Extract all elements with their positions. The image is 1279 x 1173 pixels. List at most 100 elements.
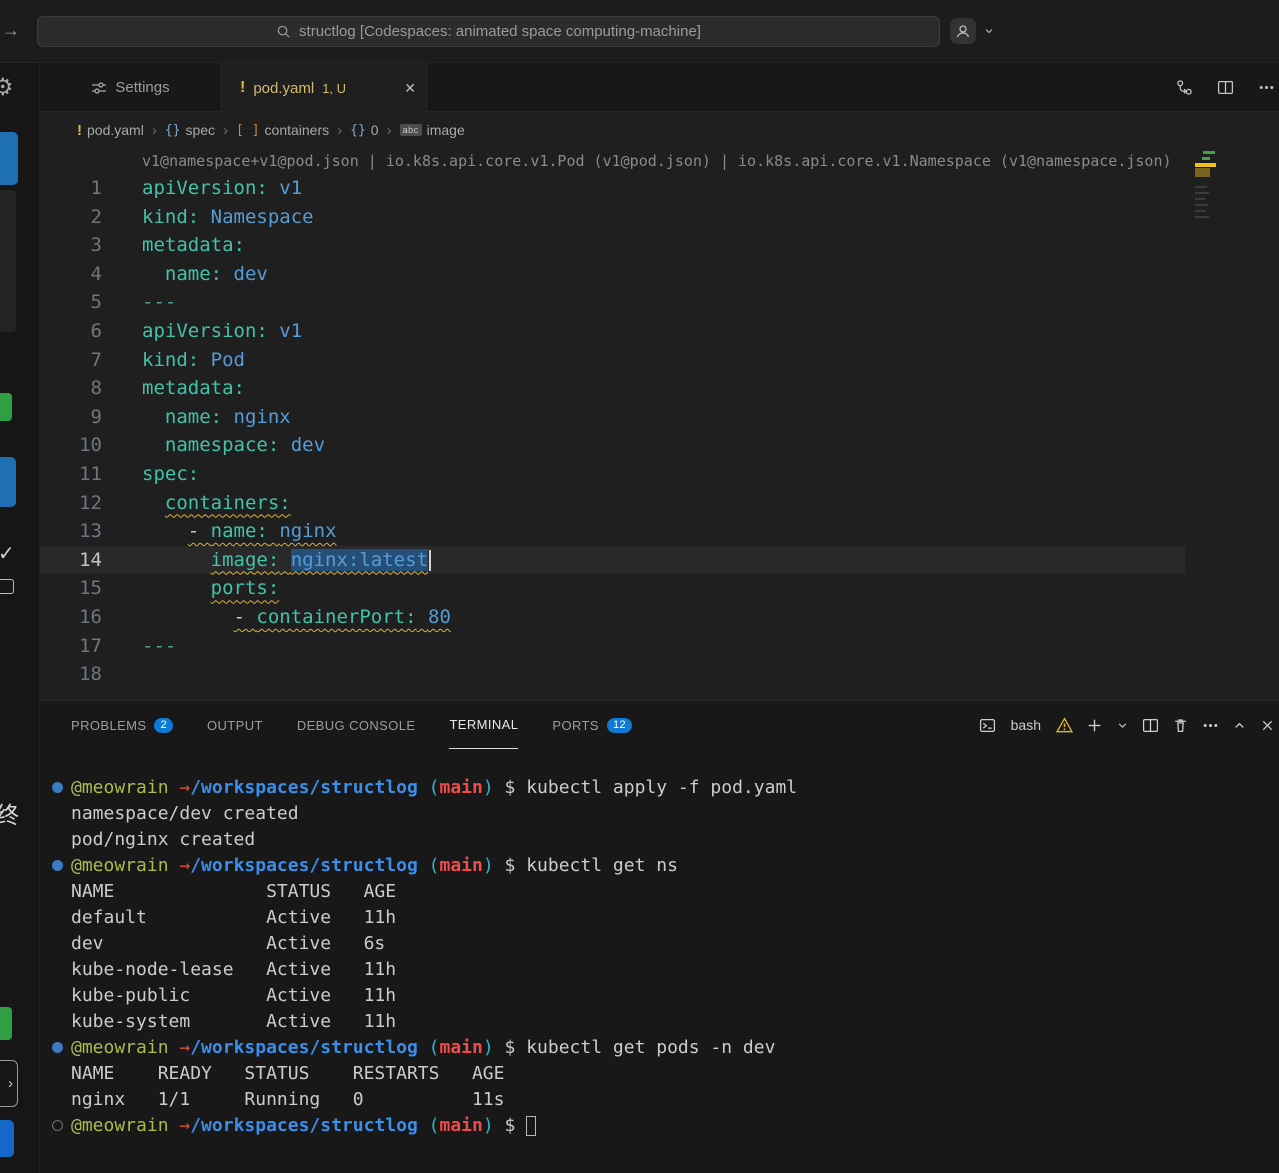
breadcrumb-item[interactable]: !pod.yaml bbox=[77, 122, 144, 139]
panel-tab-label: PROBLEMS bbox=[71, 718, 146, 733]
editor-line[interactable]: 13 - name: nginx bbox=[40, 517, 1185, 546]
editor-line[interactable]: 1apiVersion: v1 bbox=[40, 174, 1185, 203]
command-decoration-filled[interactable] bbox=[52, 860, 63, 871]
editor[interactable]: v1@namespace+v1@pod.json | io.k8s.api.co… bbox=[40, 148, 1279, 700]
line-number: 17 bbox=[40, 632, 102, 661]
line-number: 10 bbox=[40, 431, 102, 460]
code-text: spec: bbox=[102, 460, 199, 489]
panel-tab-label: DEBUG CONSOLE bbox=[297, 718, 416, 733]
panel-more-actions-icon[interactable] bbox=[1202, 717, 1219, 734]
panel-tab-terminal[interactable]: TERMINAL bbox=[449, 701, 518, 749]
code-text: --- bbox=[102, 632, 176, 661]
panel-tab-debug-console[interactable]: DEBUG CONSOLE bbox=[297, 701, 416, 749]
command-decoration-filled[interactable] bbox=[52, 782, 63, 793]
terminal[interactable]: @meowrain →/workspaces/structlog (main) … bbox=[40, 749, 1279, 1139]
breadcrumb-separator: › bbox=[337, 122, 342, 139]
panel-tab-badge: 12 bbox=[607, 718, 632, 733]
editor-line[interactable]: 15 ports: bbox=[40, 574, 1185, 603]
editor-cursor bbox=[429, 550, 431, 571]
split-editor-icon[interactable] bbox=[1217, 79, 1234, 96]
tab-settings[interactable]: Settings bbox=[40, 63, 222, 112]
remote-indicator-group bbox=[950, 18, 995, 44]
terminal-line: NAME READY STATUS RESTARTS AGE bbox=[71, 1061, 1279, 1087]
editor-line[interactable]: 3metadata: bbox=[40, 231, 1185, 260]
editor-line[interactable]: 12 containers: bbox=[40, 489, 1185, 518]
line-number: 14 bbox=[40, 546, 102, 575]
panel-tab-problems[interactable]: PROBLEMS2 bbox=[71, 701, 173, 749]
line-number: 1 bbox=[40, 174, 102, 203]
nav-forward-icon[interactable]: → bbox=[2, 20, 20, 41]
editor-line[interactable]: 6apiVersion: v1 bbox=[40, 317, 1185, 346]
terminal-line: namespace/dev created bbox=[71, 801, 1279, 827]
editor-line[interactable]: 16 - containerPort: 80 bbox=[40, 603, 1185, 632]
rail-fragment-blue-block-3 bbox=[0, 1120, 14, 1157]
close-panel-icon[interactable] bbox=[1260, 718, 1275, 733]
open-changes-icon[interactable] bbox=[1176, 79, 1193, 96]
editor-line[interactable]: 4 name: dev bbox=[40, 260, 1185, 289]
line-number: 2 bbox=[40, 203, 102, 232]
bash-terminal-icon bbox=[979, 717, 996, 734]
code-text: name: nginx bbox=[102, 403, 291, 432]
minimap[interactable] bbox=[1193, 148, 1217, 278]
editor-line[interactable]: 17--- bbox=[40, 632, 1185, 661]
rail-fragment-cjk-character: 终 bbox=[0, 796, 19, 830]
tab-label: Settings bbox=[115, 79, 169, 96]
command-decoration-hollow[interactable] bbox=[52, 1120, 63, 1131]
maximize-panel-icon[interactable] bbox=[1232, 718, 1247, 733]
editor-line[interactable]: 18 bbox=[40, 660, 1185, 689]
editor-line[interactable]: 2kind: Namespace bbox=[40, 203, 1185, 232]
gear-icon[interactable]: ⚙ bbox=[0, 73, 14, 102]
breadcrumb-label: spec bbox=[185, 122, 215, 138]
chevron-down-icon[interactable] bbox=[983, 25, 995, 37]
line-number: 4 bbox=[40, 260, 102, 289]
yaml-schema-hint[interactable]: v1@namespace+v1@pod.json | io.k8s.api.co… bbox=[40, 148, 1279, 174]
split-terminal-icon[interactable] bbox=[1142, 717, 1159, 734]
command-center-text: structlog [Codespaces: animated space co… bbox=[299, 23, 701, 40]
line-number: 6 bbox=[40, 317, 102, 346]
panel-tab-ports[interactable]: PORTS12 bbox=[552, 701, 632, 749]
command-center-search[interactable]: structlog [Codespaces: animated space co… bbox=[37, 16, 940, 47]
breadcrumb-label: containers bbox=[265, 122, 330, 138]
editor-line[interactable]: 10 namespace: dev bbox=[40, 431, 1185, 460]
settings-sliders-icon bbox=[91, 80, 107, 96]
warning-icon[interactable] bbox=[1056, 717, 1073, 734]
breadcrumb-separator: › bbox=[387, 122, 392, 139]
editor-line[interactable]: 14 image: nginx:latest bbox=[40, 546, 1185, 575]
editor-line[interactable]: 11spec: bbox=[40, 460, 1185, 489]
line-number: 16 bbox=[40, 603, 102, 632]
more-actions-icon[interactable] bbox=[1258, 79, 1275, 96]
panel-tab-output[interactable]: OUTPUT bbox=[207, 701, 263, 749]
check-icon[interactable]: ✓ bbox=[0, 541, 15, 566]
shell-name[interactable]: bash bbox=[1011, 717, 1041, 733]
new-terminal-icon[interactable] bbox=[1086, 717, 1103, 734]
close-icon[interactable]: ✕ bbox=[404, 80, 416, 97]
editor-line[interactable]: 5--- bbox=[40, 288, 1185, 317]
command-decoration-filled[interactable] bbox=[52, 1042, 63, 1053]
codespaces-avatar-icon[interactable] bbox=[950, 18, 976, 44]
editor-line[interactable]: 8metadata: bbox=[40, 374, 1185, 403]
rail-fragment-prompt-box: › bbox=[0, 1060, 18, 1107]
editor-line[interactable]: 7kind: Pod bbox=[40, 346, 1185, 375]
terminal-profile-chevron-icon[interactable] bbox=[1116, 719, 1129, 732]
breadcrumb-separator: › bbox=[223, 122, 228, 139]
tab-pod-yaml[interactable]: ! pod.yaml 1, U ✕ bbox=[222, 63, 427, 113]
breadcrumb-item[interactable]: [ ] containers bbox=[236, 122, 329, 138]
code-text: apiVersion: v1 bbox=[102, 174, 302, 203]
terminal-line: kube-public Active 11h bbox=[71, 983, 1279, 1009]
line-number: 15 bbox=[40, 574, 102, 603]
breadcrumb-label: 0 bbox=[371, 122, 379, 138]
tab-label: pod.yaml bbox=[253, 80, 314, 97]
breadcrumb-item[interactable]: abcimage bbox=[400, 122, 465, 138]
terminal-line: @meowrain →/workspaces/structlog (main) … bbox=[71, 1113, 1279, 1139]
terminal-line: @meowrain →/workspaces/structlog (main) … bbox=[71, 1035, 1279, 1061]
kill-terminal-icon[interactable] bbox=[1172, 717, 1189, 734]
breadcrumb-item[interactable]: {}0 bbox=[350, 122, 378, 138]
editor-line[interactable]: 9 name: nginx bbox=[40, 403, 1185, 432]
terminal-line: @meowrain →/workspaces/structlog (main) … bbox=[71, 775, 1279, 801]
comment-icon[interactable] bbox=[0, 579, 14, 594]
left-rail: ⚙ ✓ 终 › bbox=[0, 63, 40, 1173]
code-text: apiVersion: v1 bbox=[102, 317, 302, 346]
breadcrumb-item[interactable]: {}spec bbox=[165, 122, 215, 138]
symbol-array-icon: [ ] bbox=[236, 123, 259, 138]
breadcrumb-separator: › bbox=[152, 122, 157, 139]
